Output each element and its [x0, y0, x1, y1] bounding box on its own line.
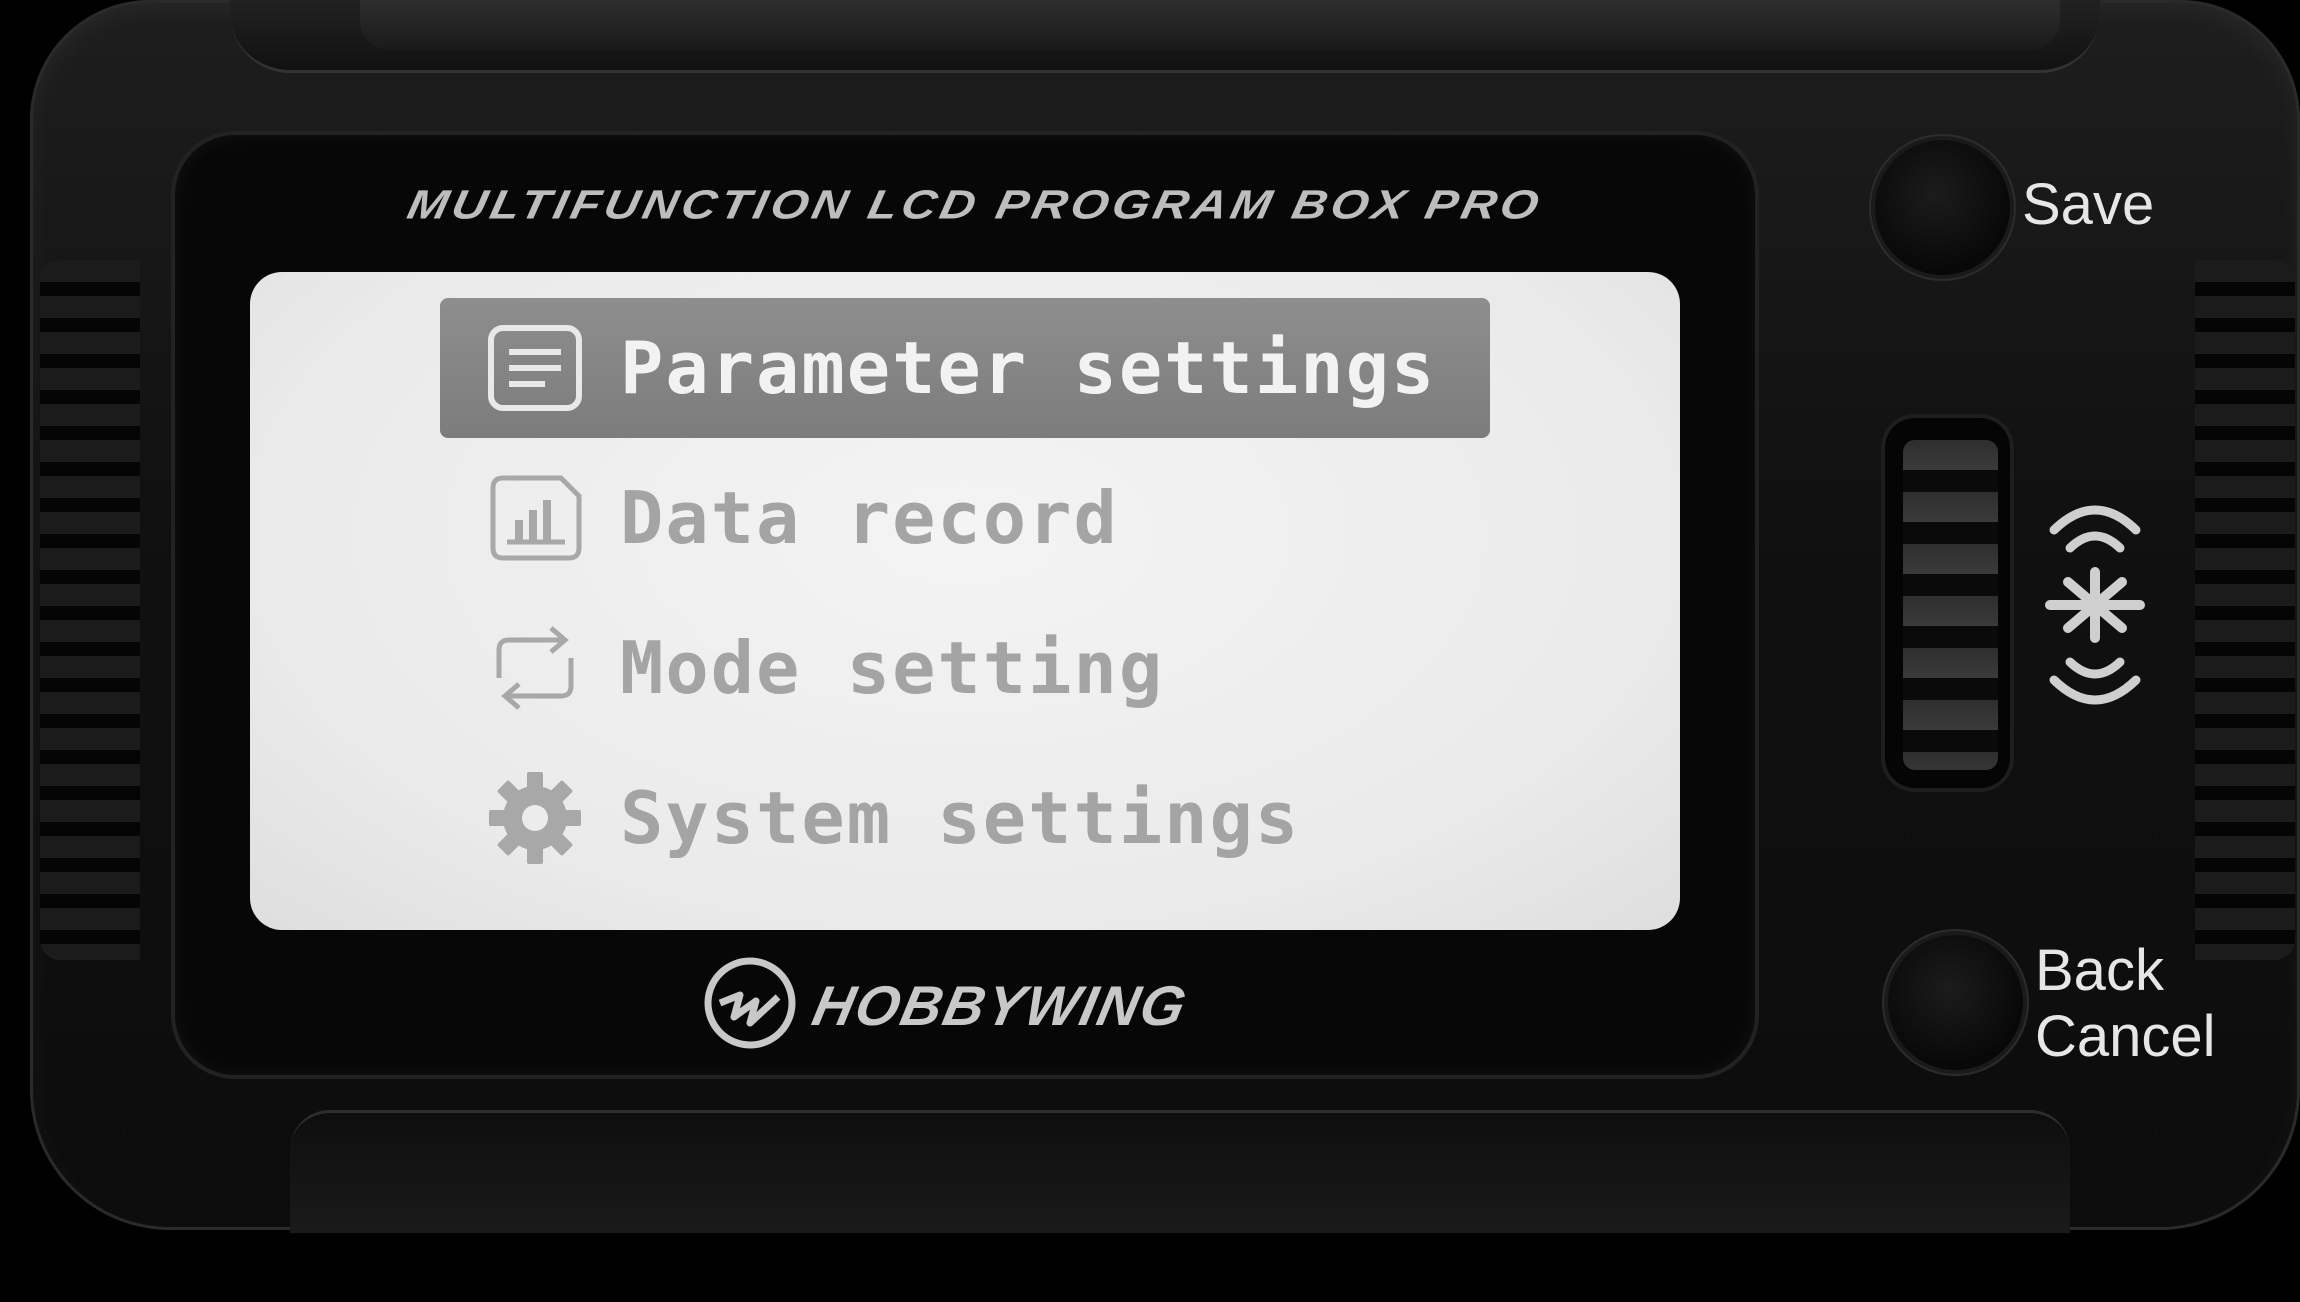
menu-item-label: Data record: [620, 476, 1119, 560]
menu-item-label: System settings: [620, 776, 1301, 860]
menu-item-parameter-settings[interactable]: Parameter settings: [440, 298, 1490, 438]
menu-item-label: Mode setting: [620, 626, 1165, 710]
menu-item-system-settings[interactable]: System settings: [440, 748, 1490, 888]
list-icon: [480, 313, 590, 423]
menu-item-mode-setting[interactable]: Mode setting: [440, 598, 1490, 738]
menu-item-label: Parameter settings: [620, 326, 1437, 410]
brand-logo: HOBBYWING: [700, 950, 1193, 1060]
brand-name: HOBBYWING: [807, 973, 1194, 1037]
save-button[interactable]: [1875, 140, 2010, 275]
device-bottom-lip: [290, 1110, 2070, 1233]
scroll-wheel[interactable]: [1885, 418, 2010, 788]
cycle-arrows-icon: [480, 613, 590, 723]
gear-icon: [480, 763, 590, 873]
cancel-label: Cancel: [2035, 1004, 2216, 1069]
left-grip: [40, 260, 140, 960]
scroll-wheel-ribs: [1903, 440, 1998, 770]
lcd-screen: Parameter settings Data record Mode sett…: [250, 272, 1680, 930]
right-grip: [2195, 260, 2295, 960]
device-title: MULTIFUNCTION LCD PROGRAM BOX PRO: [403, 182, 1547, 229]
back-label: Back: [2035, 938, 2164, 1003]
menu-item-data-record[interactable]: Data record: [440, 448, 1490, 588]
back-cancel-label: Back Cancel: [2035, 938, 2216, 1070]
save-label: Save: [2022, 172, 2155, 237]
back-cancel-button[interactable]: [1888, 935, 2023, 1070]
hobbywing-logo-icon: [700, 953, 800, 1058]
bar-chart-icon: [480, 463, 590, 573]
device-top-glass: [360, 0, 2060, 50]
wireless-pairing-icon: [2040, 490, 2150, 720]
program-box-device-view: MULTIFUNCTION LCD PROGRAM BOX PRO Parame…: [0, 0, 2300, 1302]
